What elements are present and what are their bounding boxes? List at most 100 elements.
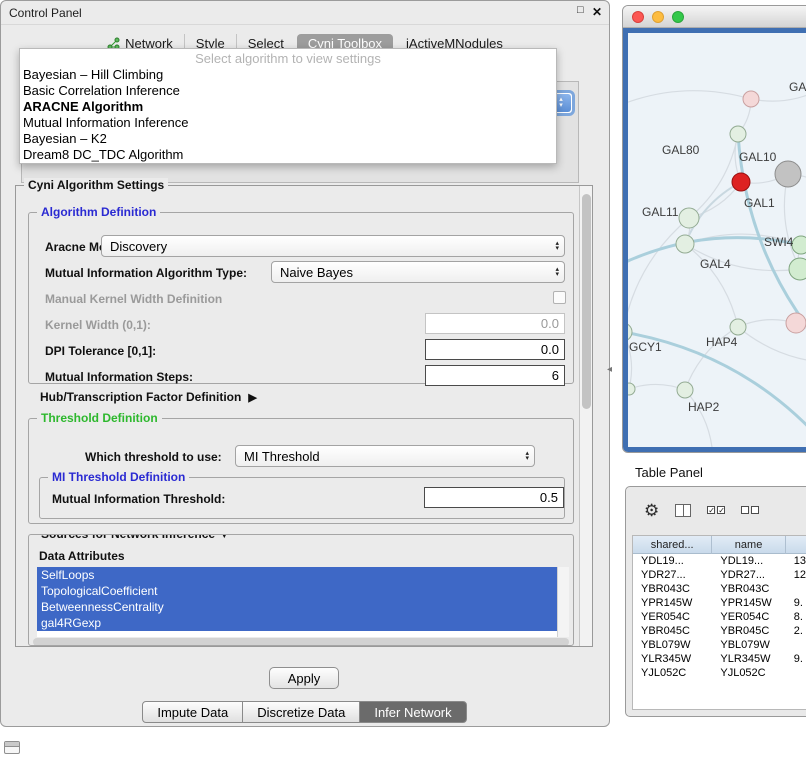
table-cell: YDR27... (633, 568, 712, 582)
close-traffic-light[interactable] (632, 11, 644, 23)
panel-divider-grip[interactable]: ◂ (607, 364, 612, 375)
table-row[interactable]: YDR27...YDR27...12 (633, 568, 806, 582)
node-label: GAL4 (700, 257, 731, 271)
network-edge (628, 91, 751, 108)
select-all-icon[interactable]: ✓✓ (707, 506, 725, 514)
zoom-traffic-light[interactable] (672, 11, 684, 23)
network-node[interactable] (789, 258, 806, 280)
network-edge (685, 390, 713, 447)
algorithm-option[interactable]: Basic Correlation Inference (20, 83, 556, 99)
expand-arrow-icon: ▼ (218, 534, 230, 541)
minimize-traffic-light[interactable] (652, 11, 664, 23)
data-attributes-listbox: SelfLoopsTopologicalCoefficientBetweenne… (37, 567, 569, 637)
table-cell: YBL079W (633, 638, 712, 652)
table-cell (786, 638, 806, 652)
dpi-tolerance-input[interactable]: 0.0 (425, 339, 565, 360)
gear-icon[interactable]: ⚙ (644, 502, 659, 519)
algorithm-option[interactable]: Bayesian – K2 (20, 131, 556, 147)
network-node[interactable] (775, 161, 801, 187)
table-cell: 12 (786, 568, 806, 582)
network-node[interactable] (730, 126, 746, 142)
mi-steps-label: Mutual Information Steps: (45, 370, 193, 384)
table-cell: YBR045C (633, 624, 712, 638)
settings-scrollbar[interactable] (579, 186, 592, 646)
which-threshold-combobox[interactable]: MI Threshold ▴▾ (235, 445, 535, 467)
data-attribute-item[interactable]: gal4RGexp (37, 615, 557, 631)
table-row[interactable]: YPR145WYPR145W9. (633, 596, 806, 610)
node-table: shared...name YDL19...YDL19...13YDR27...… (632, 535, 806, 710)
data-attribute-item[interactable]: BetweennessCentrality (37, 599, 557, 615)
column-header[interactable] (786, 536, 806, 554)
table-toolbar: ⚙ ✓✓ (644, 497, 759, 523)
network-canvas[interactable]: GALGAL80GAL10GAL11GAL1SWI4GAL4GCY1HAP4HA… (628, 33, 806, 447)
table-cell: YBR043C (633, 582, 712, 596)
close-window-icon[interactable]: ✕ (592, 5, 602, 19)
table-row[interactable]: YBR043CYBR043C (633, 582, 806, 596)
network-node[interactable] (628, 383, 635, 395)
mi-steps-input[interactable]: 6 (425, 365, 565, 386)
network-canvas-area[interactable]: GALGAL80GAL10GAL11GAL1SWI4GAL4GCY1HAP4HA… (628, 33, 806, 447)
table-row[interactable]: YBL079WYBL079W (633, 638, 806, 652)
list-horizontal-scrollbar[interactable] (33, 638, 569, 646)
tab-discretize-data[interactable]: Discretize Data (242, 701, 360, 723)
algorithm-option[interactable]: Dream8 DC_TDC Algorithm (20, 147, 556, 163)
network-node[interactable] (679, 208, 699, 228)
mi-threshold-input[interactable]: 0.5 (424, 487, 564, 508)
table-row[interactable]: YBR045CYBR045C2. (633, 624, 806, 638)
network-node[interactable] (732, 173, 750, 191)
table-row[interactable]: YER054CYER054C8. (633, 610, 806, 624)
minimized-panel-icon[interactable] (4, 741, 20, 754)
table-cell: YLR345W (633, 652, 712, 666)
data-attributes-list: SelfLoopsTopologicalCoefficientBetweenne… (37, 567, 569, 631)
list-scrollbar[interactable] (557, 567, 569, 637)
combo-arrows-icon: ▴▾ (525, 446, 529, 466)
window-title: Control Panel (9, 6, 82, 20)
data-attribute-item[interactable]: TopologicalCoefficient (37, 583, 557, 599)
network-node[interactable] (730, 319, 746, 335)
algorithm-option[interactable]: Mutual Information Inference (20, 115, 556, 131)
column-header[interactable]: shared... (633, 536, 712, 554)
column-manager-icon[interactable] (675, 504, 691, 517)
settings-scrollbar-thumb[interactable] (582, 194, 591, 409)
algorithm-definition-title: Algorithm Definition (37, 205, 160, 219)
which-threshold-value: MI Threshold (244, 449, 320, 464)
table-cell: YDR27... (712, 568, 785, 582)
float-window-icon[interactable]: □ (577, 5, 587, 15)
node-label: GAL80 (662, 143, 700, 157)
kernel-width-input[interactable]: 0.0 (425, 313, 565, 334)
table-row[interactable]: YDL19...YDL19...13 (633, 554, 806, 568)
manual-kernel-checkbox[interactable] (553, 291, 566, 304)
network-node[interactable] (743, 91, 759, 107)
network-node[interactable] (676, 235, 694, 253)
tab-infer-network[interactable]: Infer Network (359, 701, 466, 723)
table-row[interactable]: YLR345WYLR345W9. (633, 652, 806, 666)
collapse-arrow-icon: ▶ (248, 391, 256, 404)
network-node[interactable] (628, 323, 632, 341)
manual-kernel-label: Manual Kernel Width Definition (45, 292, 222, 306)
algorithm-option[interactable]: ARACNE Algorithm (20, 99, 556, 115)
combo-arrows-icon: ▴▾ (555, 262, 559, 282)
hub-definition-toggle[interactable]: Hub/Transcription Factor Definition ▶ (40, 390, 257, 404)
mi-type-combobox[interactable]: Naive Bayes ▴▾ (271, 261, 565, 283)
column-header[interactable]: name (712, 536, 785, 554)
data-attribute-item[interactable]: SelfLoops (37, 567, 557, 583)
network-window-titlebar (623, 6, 806, 28)
table-cell: YER054C (633, 610, 712, 624)
network-node[interactable] (792, 236, 806, 254)
table-cell: YER054C (712, 610, 785, 624)
table-cell (786, 582, 806, 596)
network-view-frame: GALGAL80GAL10GAL11GAL1SWI4GAL4GCY1HAP4HA… (623, 28, 806, 452)
aracne-mode-combobox[interactable]: Discovery ▴▾ (101, 235, 565, 257)
network-node[interactable] (677, 382, 693, 398)
table-cell: YDL19... (712, 554, 785, 568)
table-header-row: shared...name (633, 536, 806, 554)
apply-button[interactable]: Apply (269, 667, 339, 689)
network-node[interactable] (786, 313, 806, 333)
tab-impute-data[interactable]: Impute Data (142, 701, 243, 723)
algorithm-option[interactable]: Bayesian – Hill Climbing (20, 67, 556, 83)
deselect-all-icon[interactable] (741, 506, 759, 514)
threshold-definition-group: Threshold Definition Which threshold to … (28, 418, 574, 524)
table-row[interactable]: YJL052CYJL052C (633, 666, 806, 680)
node-label: GCY1 (629, 340, 662, 354)
sources-group-title[interactable]: Sources for Network Inference ▼ (37, 534, 234, 541)
